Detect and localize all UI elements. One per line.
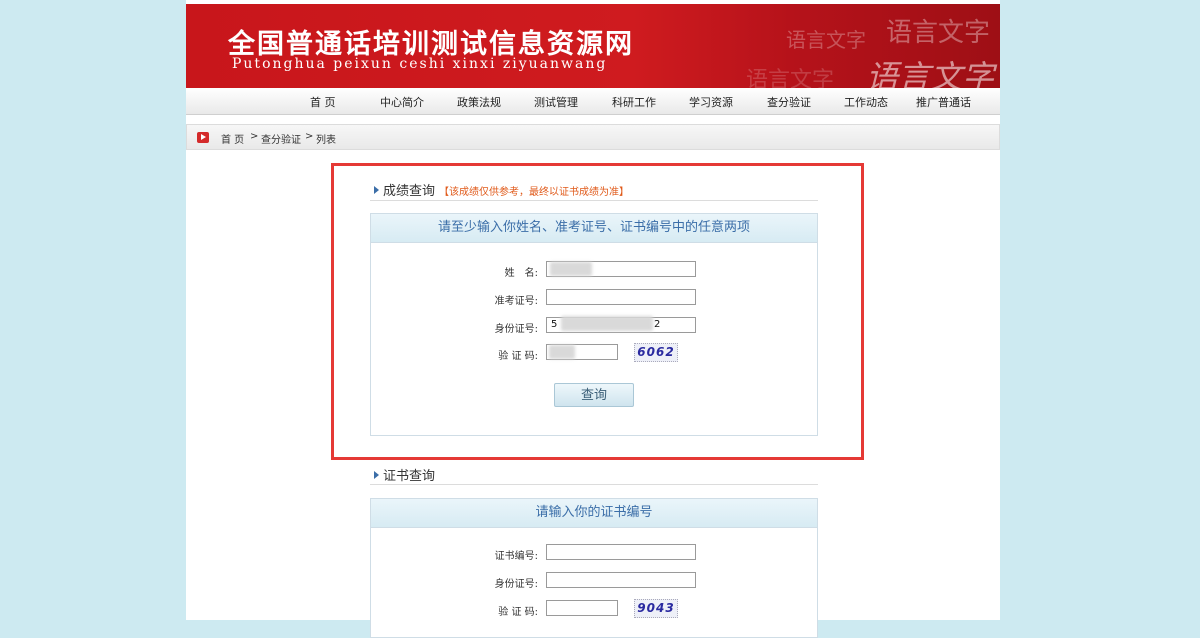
cert-number-label: 证书编号: [494,551,538,562]
cert-captcha-label: 验 证 码: [498,607,538,618]
cert-id-number-label: 身份证号: [494,579,538,590]
breadcrumb-separator: > [305,131,314,142]
highlight-box [331,163,864,460]
breadcrumb-page: 列表 [316,135,336,146]
nav-item-research[interactable]: 科研工作 [612,94,656,110]
breadcrumb-section[interactable]: 查分验证 [261,131,301,146]
cert-id-number-field[interactable] [546,572,696,588]
nav-item-test-management[interactable]: 测试管理 [534,94,578,110]
breadcrumb-home[interactable]: 首 页 [221,131,244,146]
site-banner: 语言文字 语言文字 语言文字 语言文字 全国普通话培训测试信息资源网 Puton… [186,4,1000,88]
breadcrumb: 首 页 > 查分验证 > 列表 [186,124,1000,150]
cert-captcha-field[interactable] [546,600,618,616]
nav-item-learning[interactable]: 学习资源 [689,94,733,110]
play-icon [197,132,209,143]
cert-query-title-text: 证书查询 [383,469,436,484]
nav-item-home[interactable]: 首 页 [310,94,336,110]
banner-decoration: 语言文字 [866,58,995,88]
site-subtitle: Putonghua peixun ceshi xinxi ziyuanwang [232,56,608,72]
cert-number-field[interactable] [546,544,696,560]
breadcrumb-separator: > [250,131,259,142]
nav-item-news[interactable]: 工作动态 [844,94,888,110]
cert-query-panel-heading: 请输入你的证书编号 [371,499,817,528]
cert-query-panel: 请输入你的证书编号 证书编号: 身份证号: 验 证 码: 9043 [370,498,818,638]
nav-item-promotion[interactable]: 推广普通话 [916,94,971,110]
nav-item-score-check[interactable]: 查分验证 [767,94,811,110]
triangle-icon [374,471,379,479]
banner-decoration: 语言文字 [786,28,866,52]
cert-query-title: 证书查询 [374,465,435,484]
banner-decoration: 语言文字 [886,18,991,48]
banner-decoration: 语言文字 [746,68,835,88]
cert-captcha-image[interactable]: 9043 [634,599,678,618]
divider [370,484,818,485]
main-nav: 首 页 中心简介 政策法规 测试管理 科研工作 学习资源 查分验证 工作动态 推… [186,88,1000,115]
nav-item-about[interactable]: 中心简介 [380,94,424,110]
nav-item-policy[interactable]: 政策法规 [457,94,501,110]
